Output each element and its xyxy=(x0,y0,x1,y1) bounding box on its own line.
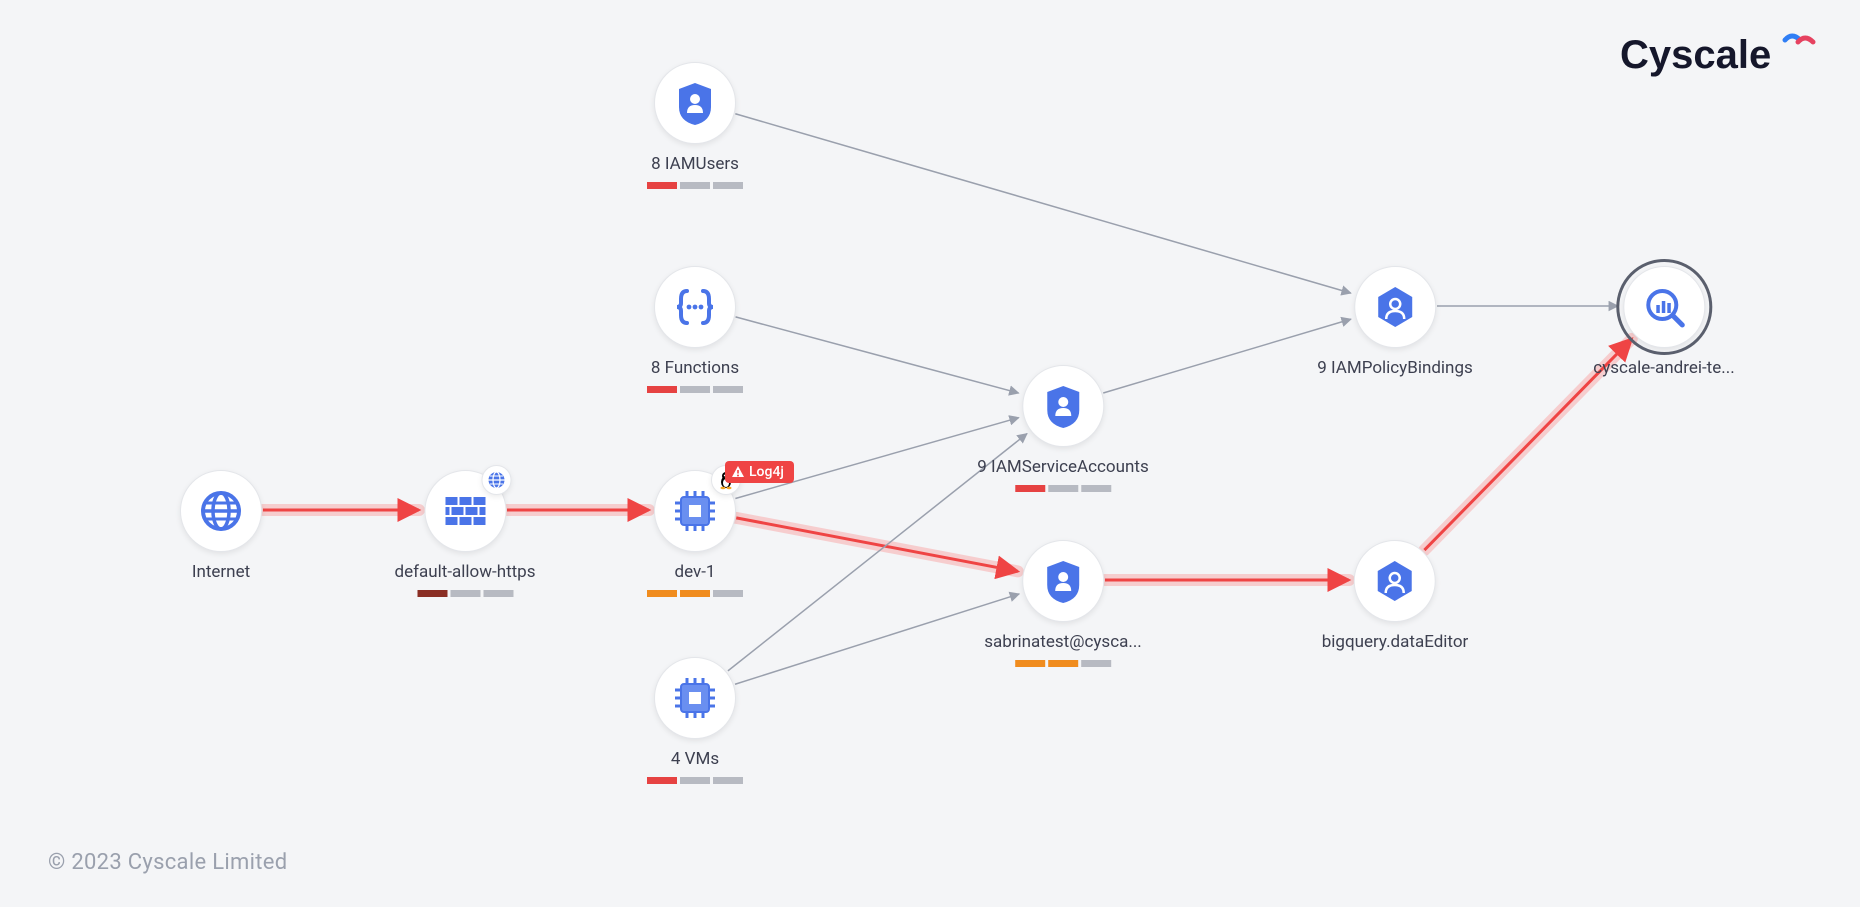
edge-threat xyxy=(736,518,1018,572)
brand-logo: Cyscale xyxy=(1620,28,1820,84)
node-firewall[interactable]: default-allow-https xyxy=(394,470,535,597)
node-label: 9 IAMPolicyBindings xyxy=(1317,358,1473,378)
node-label: 4 VMs xyxy=(671,749,719,769)
node-sabrinatest[interactable]: sabrinatest@cysca... xyxy=(984,540,1142,667)
function-icon[interactable] xyxy=(654,266,736,348)
vulnerability-tag[interactable]: Log4j xyxy=(725,461,794,483)
node-label: 9 IAMServiceAccounts xyxy=(977,457,1148,477)
risk-indicator xyxy=(647,777,743,784)
globe-small-icon xyxy=(481,465,511,495)
node-label: bigquery.dataEditor xyxy=(1322,632,1469,652)
shield-user-icon[interactable] xyxy=(654,62,736,144)
risk-indicator xyxy=(1015,485,1111,492)
node-policybindings[interactable]: 9 IAMPolicyBindings xyxy=(1317,266,1473,378)
edge-normal xyxy=(735,418,1018,499)
policy-icon[interactable] xyxy=(1354,540,1436,622)
risk-indicator xyxy=(1015,660,1111,667)
node-label: Internet xyxy=(192,562,250,582)
risk-indicator xyxy=(647,182,743,189)
shield-user-icon[interactable] xyxy=(1022,365,1104,447)
node-label: 8 IAMUsers xyxy=(651,154,739,174)
node-label: dev-1 xyxy=(675,562,716,582)
node-label: default-allow-https xyxy=(394,562,535,582)
node-internet[interactable]: Internet xyxy=(180,470,262,582)
brand-text: Cyscale xyxy=(1620,33,1771,77)
node-dev1[interactable]: Log4j dev-1 xyxy=(647,470,743,597)
node-label: sabrinatest@cysca... xyxy=(984,632,1142,652)
risk-indicator xyxy=(647,386,743,393)
node-functions[interactable]: 8 Functions xyxy=(647,266,743,393)
edge-normal xyxy=(735,114,1351,293)
chip-icon[interactable]: Log4j xyxy=(654,470,736,552)
graph-canvas[interactable]: Internet default-allow-https Log4j dev-1 8 I… xyxy=(0,0,1860,907)
edge-normal xyxy=(735,594,1019,684)
analytics-icon[interactable] xyxy=(1623,266,1705,348)
globe-icon[interactable] xyxy=(180,470,262,552)
shield-user-icon[interactable] xyxy=(1022,540,1104,622)
node-label: cyscale-andrei-te... xyxy=(1593,358,1734,378)
node-dataeditor[interactable]: bigquery.dataEditor xyxy=(1322,540,1469,652)
node-vms[interactable]: 4 VMs xyxy=(647,657,743,784)
policy-icon[interactable] xyxy=(1354,266,1436,348)
tag-label: Log4j xyxy=(749,464,784,480)
edge-normal xyxy=(736,317,1019,393)
edges-layer xyxy=(0,0,1860,907)
node-iamusers[interactable]: 8 IAMUsers xyxy=(647,62,743,189)
node-label: 8 Functions xyxy=(651,358,739,378)
edge-threat-halo xyxy=(736,518,1018,572)
selection-ring xyxy=(1616,259,1712,355)
node-svcaccounts[interactable]: 9 IAMServiceAccounts xyxy=(977,365,1148,492)
node-target[interactable]: cyscale-andrei-te... xyxy=(1593,266,1734,378)
chip-icon[interactable] xyxy=(654,657,736,739)
risk-indicator xyxy=(647,590,743,597)
risk-indicator xyxy=(417,590,513,597)
firewall-icon[interactable] xyxy=(424,470,506,552)
copyright-footer: © 2023 Cyscale Limited xyxy=(48,850,287,875)
